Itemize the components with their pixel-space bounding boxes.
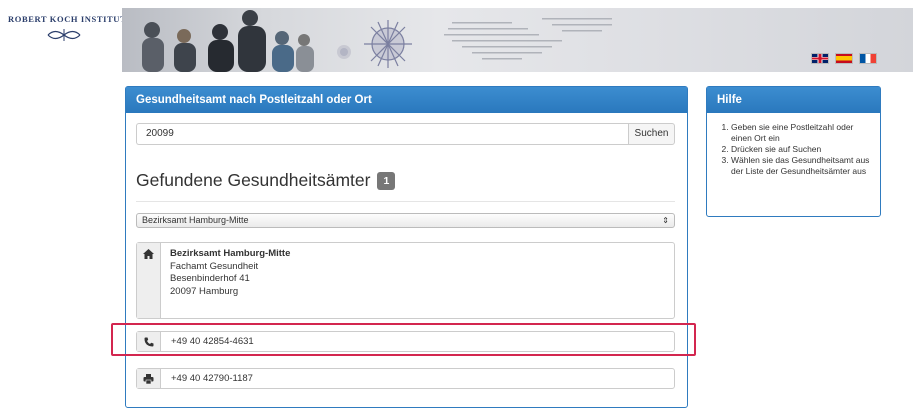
help-step: Drücken sie auf Suchen [731, 144, 872, 155]
office-city: 20097 Hamburg [170, 285, 239, 297]
banner-image [142, 10, 612, 72]
search-button[interactable]: Suchen [628, 123, 675, 145]
search-row: 20099 Suchen [136, 123, 675, 145]
home-icon [143, 249, 154, 259]
printer-icon [143, 373, 154, 384]
select-arrows-icon: ⇕ [662, 216, 669, 225]
health-office-select[interactable]: Bezirksamt Hamburg-Mitte ⇕ [136, 213, 675, 228]
help-title: Hilfe [707, 87, 880, 113]
phone-highlight-box [111, 323, 696, 356]
help-step: Geben sie eine Postleitzahl oder einen O… [731, 122, 872, 144]
fax-row: +49 40 42790-1187 [136, 368, 675, 389]
help-step: Wählen sie das Gesundheitsamt aus der Li… [731, 155, 872, 177]
health-office-search-panel: Gesundheitsamt nach Postleitzahl oder Or… [125, 86, 688, 408]
fax-number: +49 40 42790-1187 [171, 373, 253, 384]
fax-addon [137, 369, 161, 388]
logo-text: ROBERT KOCH INSTITUT [8, 14, 127, 24]
results-title: Gefundene Gesundheitsämter [136, 170, 371, 190]
office-name: Bezirksamt Hamburg-Mitte [170, 248, 291, 259]
header-banner [122, 8, 913, 72]
spain-flag-icon[interactable] [835, 53, 853, 64]
address-box: Bezirksamt Hamburg-Mitte Fachamt Gesundh… [136, 242, 675, 319]
france-flag-icon[interactable] [859, 53, 877, 64]
uk-flag-icon[interactable] [811, 53, 829, 64]
rki-logo-mark-icon [47, 29, 81, 41]
rki-logo[interactable]: ROBERT KOCH INSTITUT [8, 14, 127, 42]
panel-title: Gesundheitsamt nach Postleitzahl oder Or… [126, 87, 687, 113]
address-addon [137, 243, 161, 318]
divider [136, 201, 675, 202]
address-text: Bezirksamt Hamburg-Mitte Fachamt Gesundh… [161, 243, 299, 318]
results-count-badge: 1 [377, 171, 396, 190]
help-panel: Hilfe Geben sie eine Postleitzahl oder e… [706, 86, 881, 217]
office-department: Fachamt Gesundheit [170, 260, 259, 272]
office-street: Besenbinderhof 41 [170, 273, 250, 284]
results-heading: Gefundene Gesundheitsämter 1 [136, 170, 396, 191]
select-value: Bezirksamt Hamburg-Mitte [142, 215, 249, 225]
help-steps: Geben sie eine Postleitzahl oder einen O… [707, 122, 880, 177]
postcode-search-input[interactable]: 20099 [136, 123, 628, 145]
language-selector [811, 53, 877, 64]
